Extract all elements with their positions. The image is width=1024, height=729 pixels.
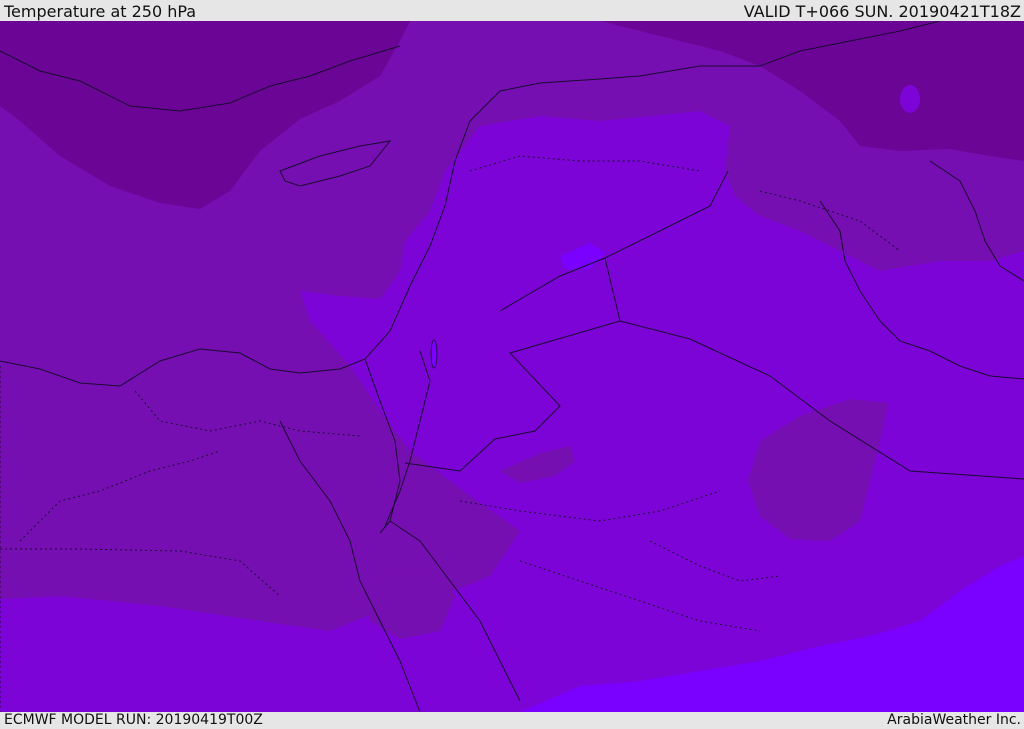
map-title: Temperature at 250 hPa bbox=[4, 2, 197, 21]
lake-tuz bbox=[900, 85, 920, 113]
dead-sea bbox=[430, 339, 438, 369]
footer-bar: ECMWF MODEL RUN: 20190419T00Z ArabiaWeat… bbox=[0, 712, 1024, 729]
temperature-map[interactable] bbox=[0, 21, 1024, 712]
credit-label: ArabiaWeather Inc. bbox=[887, 712, 1021, 728]
model-run-label: ECMWF MODEL RUN: 20190419T00Z bbox=[4, 712, 263, 728]
valid-time-label: VALID T+066 SUN. 20190421T18Z bbox=[743, 2, 1021, 21]
header-bar: Temperature at 250 hPa VALID T+066 SUN. … bbox=[0, 0, 1024, 21]
